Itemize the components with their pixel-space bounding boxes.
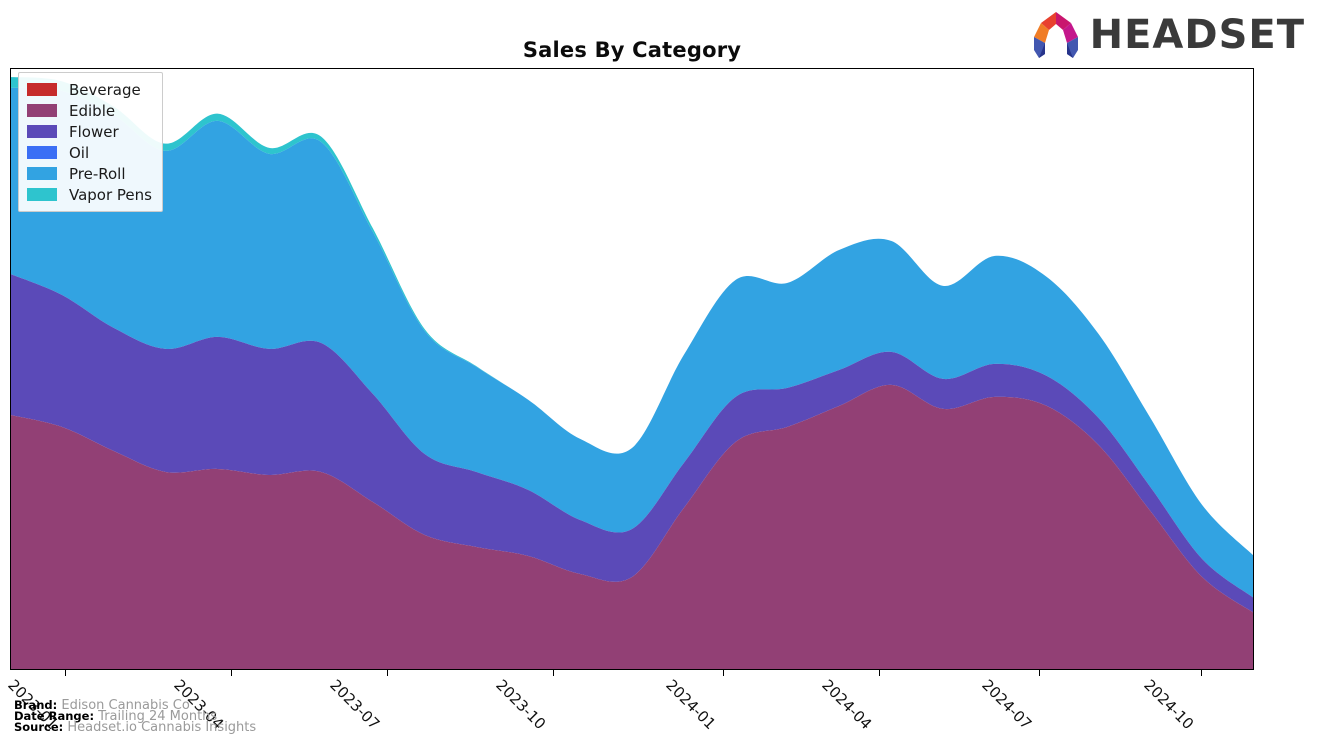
- headset-mark-icon: [1033, 12, 1078, 58]
- legend-item-label: Pre-Roll: [69, 164, 126, 183]
- legend-item-label: Flower: [69, 122, 119, 141]
- legend-item: Pre-Roll: [27, 163, 152, 184]
- x-axis-tick-label: 2024-04: [818, 676, 876, 734]
- legend-swatch-icon: [27, 188, 57, 201]
- stacked-area-chart: [10, 77, 1254, 670]
- area-layers: [10, 77, 1254, 670]
- x-axis-tick-label: 2023-10: [492, 676, 550, 734]
- x-axis-tick-mark: [879, 670, 880, 676]
- footer-value: Headset.io Cannabis Insights: [63, 720, 257, 735]
- x-axis-tick-mark: [231, 670, 232, 676]
- legend-item: Beverage: [27, 79, 152, 100]
- x-axis-tick-mark: [387, 670, 388, 676]
- legend-swatch-icon: [27, 167, 57, 180]
- legend-item: Vapor Pens: [27, 184, 152, 205]
- x-axis-tick-label: 2024-10: [1140, 676, 1198, 734]
- x-axis-tick-mark: [553, 670, 554, 676]
- legend-swatch-icon: [27, 83, 57, 96]
- legend-item: Flower: [27, 121, 152, 142]
- legend-item: Edible: [27, 100, 152, 121]
- footer-line: Source: Headset.io Cannabis Insights: [14, 720, 257, 735]
- legend-item-label: Edible: [69, 101, 116, 120]
- x-axis-tick-label: 2023-07: [326, 676, 384, 734]
- legend-item-label: Beverage: [69, 80, 141, 99]
- x-axis-tick-mark: [1201, 670, 1202, 676]
- headset-wordmark: HEADSET: [1089, 12, 1305, 58]
- chart-legend: Beverage Edible Flower Oil Pre-Roll Vapor Pen…: [18, 72, 163, 212]
- legend-swatch-icon: [27, 104, 57, 117]
- chart-footer: Brand: Edison Cannabis Co Date Range: Tra…: [14, 699, 257, 735]
- x-axis-tick-mark: [1039, 670, 1040, 676]
- plot-area: [10, 68, 1254, 670]
- x-axis-tick-mark: [723, 670, 724, 676]
- legend-swatch-icon: [27, 125, 57, 138]
- x-axis-tick-mark: [65, 670, 66, 676]
- legend-item-label: Vapor Pens: [69, 185, 152, 204]
- legend-item-label: Oil: [69, 143, 90, 162]
- legend-swatch-icon: [27, 146, 57, 159]
- footer-label: Source:: [14, 720, 64, 734]
- legend-item: Oil: [27, 142, 152, 163]
- headset-logo: HEADSET: [1028, 10, 1305, 60]
- x-axis-tick-label: 2024-01: [662, 676, 720, 734]
- chart-page: Sales By Category HEADSET Beverage Edible…: [0, 0, 1317, 743]
- x-axis-tick-label: 2024-07: [978, 676, 1036, 734]
